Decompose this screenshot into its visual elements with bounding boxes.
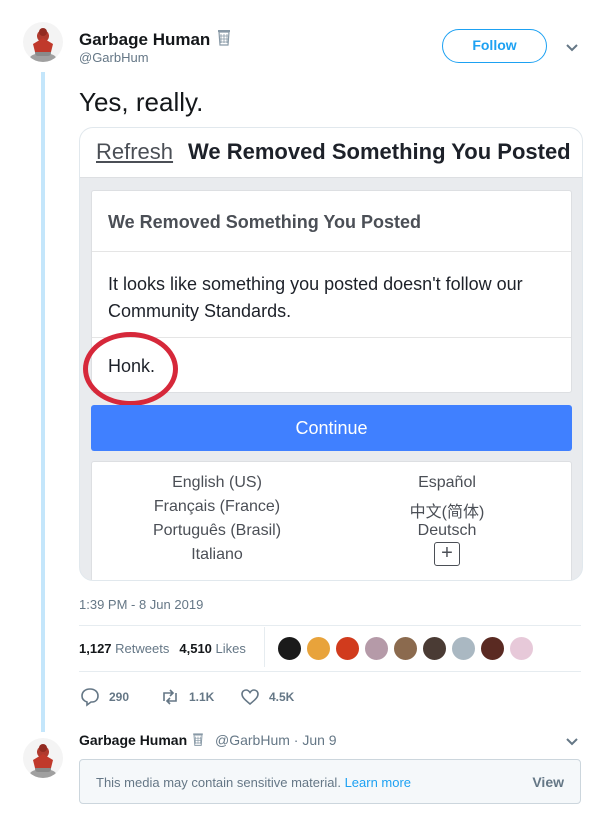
tweet-media[interactable]: Refresh We Removed Something You Posted … [79, 127, 583, 581]
divider [79, 671, 581, 672]
tweet-timestamp[interactable]: 1:39 PM - 8 Jun 2019 [79, 597, 203, 612]
fb-card-title: We Removed Something You Posted [108, 212, 422, 232]
author-name[interactable]: Garbage Human [79, 27, 234, 50]
language-option: English (US) [172, 474, 262, 491]
fb-header-title: We Removed Something You Posted [188, 139, 571, 164]
reply-author-avatar[interactable] [23, 738, 63, 778]
divider [92, 337, 571, 338]
liker-avatar[interactable] [422, 636, 447, 661]
liker-avatar[interactable] [393, 636, 418, 661]
reply-count: 290 [109, 690, 130, 704]
fb-card-body: It looks like something you posted doesn… [108, 274, 523, 321]
follow-button[interactable]: Follow [442, 29, 547, 63]
likes-label[interactable]: Likes [216, 641, 246, 656]
like-count: 4.5K [269, 690, 295, 704]
fb-header: Refresh We Removed Something You Posted [80, 128, 582, 178]
retweets-label[interactable]: Retweets [115, 641, 169, 656]
highlight-circle [83, 332, 178, 406]
author-handle[interactable]: @GarbHum [79, 50, 149, 65]
tweet-text: Yes, really. [79, 87, 204, 117]
retweets-count[interactable]: 1,127 [79, 641, 112, 656]
liker-avatar[interactable] [451, 636, 476, 661]
reply-meta[interactable]: @GarbHum · Jun 9 [215, 732, 337, 748]
divider [92, 251, 571, 252]
retweet-count: 1.1K [189, 690, 215, 704]
thread-line [41, 72, 45, 732]
liker-avatar[interactable] [480, 636, 505, 661]
language-option: Español [418, 474, 476, 491]
liker-avatar[interactable] [277, 636, 302, 661]
tweet-stats: 1,127 Retweets 4,510 Likes [79, 641, 246, 656]
wastebasket-icon [193, 733, 203, 746]
more-languages-icon: + [434, 542, 460, 566]
wastebasket-icon [218, 30, 231, 46]
heart-icon [241, 689, 259, 706]
fb-refresh-link: Refresh [96, 139, 174, 164]
liker-avatar[interactable] [335, 636, 360, 661]
fb-continue-button: Continue [91, 405, 572, 451]
learn-more-link[interactable]: Learn more [345, 775, 411, 790]
retweet-icon [163, 689, 177, 705]
view-button[interactable]: View [532, 774, 564, 790]
language-option: Italiano [191, 546, 243, 563]
author-avatar[interactable] [23, 22, 63, 62]
language-option: Deutsch [417, 522, 477, 539]
fb-language-list: English (US) Français (France) Português… [91, 461, 572, 580]
chevron-down-icon[interactable] [563, 38, 581, 56]
sensitive-media-notice: This media may contain sensitive materia… [79, 759, 581, 804]
language-option: Português (Brasil) [152, 522, 282, 539]
stats-separator [264, 627, 265, 667]
reply-icon [81, 688, 99, 707]
sensitive-media-text: This media may contain sensitive materia… [96, 775, 412, 790]
language-option: 中文(简体) [409, 504, 485, 521]
likes-count[interactable]: 4,510 [179, 641, 212, 656]
language-option: Français (France) [153, 498, 281, 515]
liker-avatar[interactable] [364, 636, 389, 661]
reply-author-name[interactable]: Garbage Human [79, 731, 206, 748]
divider [79, 625, 581, 626]
chevron-down-icon[interactable] [564, 733, 580, 749]
liker-avatar[interactable] [306, 636, 331, 661]
liker-avatar[interactable] [509, 636, 534, 661]
